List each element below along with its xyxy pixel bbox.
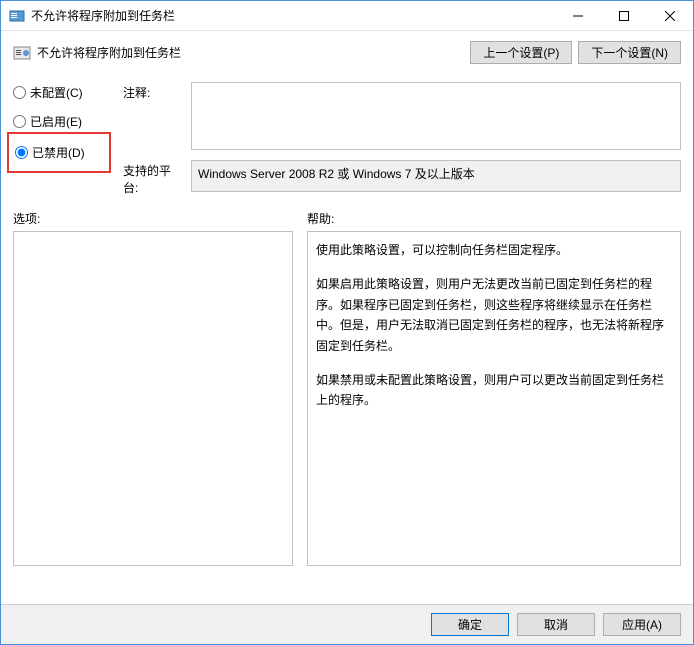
ok-button[interactable]: 确定 — [431, 613, 509, 636]
radio-not-configured-input[interactable] — [13, 86, 26, 99]
radio-enabled[interactable]: 已启用(E) — [13, 113, 105, 130]
previous-setting-button[interactable]: 上一个设置(P) — [470, 41, 572, 64]
minimize-button[interactable] — [555, 1, 601, 30]
maximize-icon — [619, 11, 629, 21]
minimize-icon — [573, 11, 583, 21]
close-button[interactable] — [647, 1, 693, 30]
header-row: 不允许将程序附加到任务栏 上一个设置(P) 下一个设置(N) — [13, 41, 681, 64]
help-text: 如果启用此策略设置，则用户无法更改当前已固定到任务栏的程序。如果程序已固定到任务… — [316, 274, 672, 356]
options-label: 选项: — [13, 210, 293, 227]
help-label: 帮助: — [307, 210, 681, 227]
help-panel: 帮助: 使用此策略设置，可以控制向任务栏固定程序。 如果启用此策略设置，则用户无… — [307, 210, 681, 566]
window-controls — [555, 1, 693, 30]
footer: 确定 取消 应用(A) — [1, 604, 693, 644]
content-area: 不允许将程序附加到任务栏 上一个设置(P) 下一个设置(N) 未配置(C) 已启… — [1, 31, 693, 566]
next-setting-button[interactable]: 下一个设置(N) — [578, 41, 681, 64]
options-panel: 选项: — [13, 210, 293, 566]
window-title: 不允许将程序附加到任务栏 — [31, 7, 555, 24]
cancel-button[interactable]: 取消 — [517, 613, 595, 636]
policy-title: 不允许将程序附加到任务栏 — [37, 44, 464, 61]
fields-column: 注释: 支持的平台: Windows Server 2008 R2 或 Wind… — [123, 82, 681, 196]
radio-disabled-label: 已禁用(D) — [32, 144, 85, 161]
comment-textarea[interactable] — [191, 82, 681, 150]
platform-value: Windows Server 2008 R2 或 Windows 7 及以上版本 — [191, 160, 681, 192]
policy-icon — [13, 44, 31, 62]
radio-disabled[interactable]: 已禁用(D) — [7, 132, 111, 173]
panels-row: 选项: 帮助: 使用此策略设置，可以控制向任务栏固定程序。 如果启用此策略设置，… — [13, 210, 681, 566]
apply-button[interactable]: 应用(A) — [603, 613, 681, 636]
comment-label: 注释: — [123, 82, 183, 101]
help-text: 使用此策略设置，可以控制向任务栏固定程序。 — [316, 240, 672, 260]
radio-not-configured-label: 未配置(C) — [30, 84, 83, 101]
radio-enabled-input[interactable] — [13, 115, 26, 128]
titlebar: 不允许将程序附加到任务栏 — [1, 1, 693, 31]
policy-dialog: 不允许将程序附加到任务栏 不允许将程序附加到任务栏 上一个设置(P) — [0, 0, 694, 645]
close-icon — [665, 11, 675, 21]
help-box: 使用此策略设置，可以控制向任务栏固定程序。 如果启用此策略设置，则用户无法更改当… — [307, 231, 681, 566]
app-icon — [9, 8, 25, 24]
platform-row: 支持的平台: Windows Server 2008 R2 或 Windows … — [123, 160, 681, 196]
radio-column: 未配置(C) 已启用(E) 已禁用(D) — [13, 82, 105, 196]
platform-label: 支持的平台: — [123, 160, 183, 196]
comment-row: 注释: — [123, 82, 681, 150]
maximize-button[interactable] — [601, 1, 647, 30]
help-text: 如果禁用或未配置此策略设置，则用户可以更改当前固定到任务栏上的程序。 — [316, 370, 672, 411]
config-section: 未配置(C) 已启用(E) 已禁用(D) 注释: 支持的平台: — [13, 82, 681, 196]
radio-enabled-label: 已启用(E) — [30, 113, 82, 130]
radio-disabled-input[interactable] — [15, 146, 28, 159]
options-box — [13, 231, 293, 566]
radio-not-configured[interactable]: 未配置(C) — [13, 84, 105, 101]
